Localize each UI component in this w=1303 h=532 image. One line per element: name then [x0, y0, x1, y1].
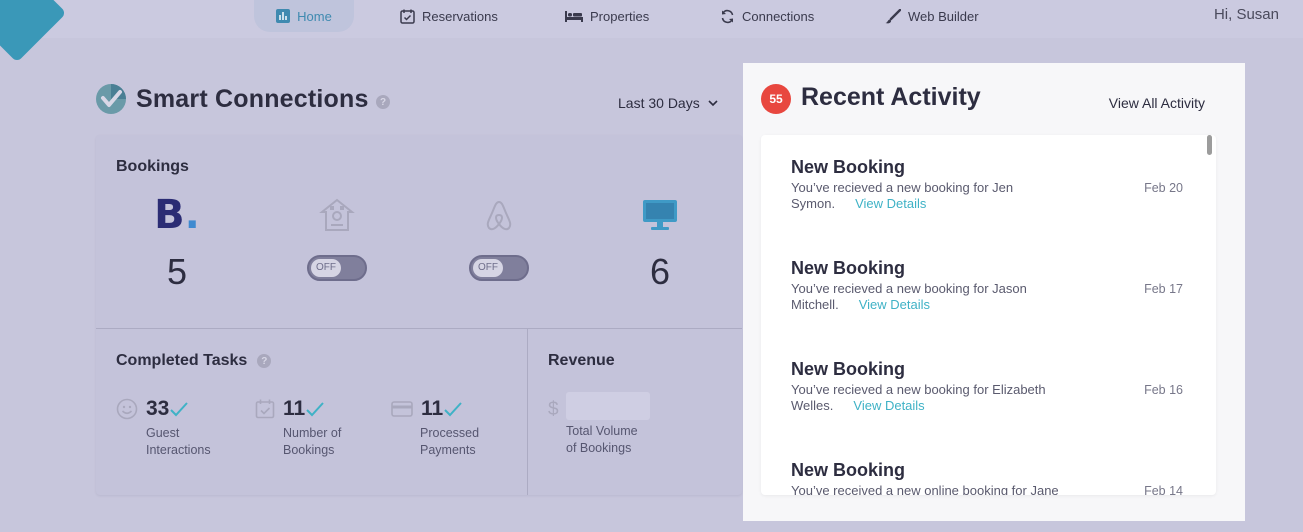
activity-title: New Booking: [791, 460, 906, 480]
nav-reservations[interactable]: Reservations: [400, 0, 498, 32]
revenue-sublabel-2: of Bookings: [566, 441, 632, 455]
nav-web-builder-label: Web Builder: [908, 8, 979, 24]
credit-card-icon: [391, 401, 413, 417]
section-divider-vertical: [527, 328, 528, 495]
brush-icon: [885, 8, 901, 24]
activity-item: New Booking You’ve recieved a new bookin…: [791, 258, 1191, 313]
activity-title: New Booking: [791, 258, 906, 278]
booking-com-logo-dot: .: [184, 192, 200, 238]
date-range-value: Last 30 Days: [618, 95, 700, 111]
revenue-value-hidden: [566, 392, 650, 420]
number-of-bookings-label-1: Number of: [283, 426, 342, 440]
processed-payments-count: 11: [421, 397, 444, 420]
airbnb-icon: [459, 195, 539, 235]
smart-connections-logo-icon: [96, 84, 126, 114]
calendar-check-icon: [400, 9, 415, 24]
brand-logo-icon[interactable]: [0, 0, 67, 63]
nav-reservations-label: Reservations: [422, 8, 498, 24]
smart-connections-card: Bookings B. 5 OFF OFF 6 Completed Tasks …: [96, 135, 742, 495]
view-details-link[interactable]: View Details: [853, 398, 924, 413]
activity-date: Feb 17: [1144, 282, 1183, 296]
checkmark-icon: [444, 402, 462, 417]
airbnb-toggle[interactable]: OFF: [469, 255, 529, 281]
activity-title: New Booking: [791, 359, 906, 379]
revenue-sublabel-1: Total Volume: [566, 424, 638, 438]
activity-item: New Booking You’ve received a new online…: [791, 460, 1191, 495]
section-divider: [96, 328, 742, 329]
chevron-down-icon: [708, 99, 718, 106]
calendar-check-icon: [255, 399, 275, 419]
revenue-currency: $: [548, 399, 559, 420]
airbnb-toggle-label: OFF: [473, 259, 503, 277]
processed-payments-label-1: Processed: [420, 426, 480, 440]
nav-connections-label: Connections: [742, 8, 815, 24]
activity-date: Feb 16: [1144, 383, 1183, 397]
page-title: Smart Connections: [136, 85, 369, 113]
top-nav: Home Reservations Properties Connections…: [0, 0, 1303, 63]
number-of-bookings-label-2: Bookings: [283, 443, 335, 457]
nav-home[interactable]: Home: [254, 0, 354, 32]
monitor-icon: [620, 195, 700, 235]
homeaway-toggle-label: OFF: [311, 259, 341, 277]
bookings-label: Bookings: [116, 158, 189, 175]
bed-icon: [565, 9, 583, 23]
nav-web-builder[interactable]: Web Builder: [885, 0, 979, 32]
feed-scrollbar[interactable]: [1207, 135, 1212, 155]
channel-homeaway: OFF: [297, 195, 377, 281]
activity-feed[interactable]: New Booking You’ve recieved a new bookin…: [761, 135, 1216, 495]
bar-chart-icon: [276, 9, 291, 23]
view-all-activity-link[interactable]: View All Activity: [1109, 95, 1205, 111]
booking-com-logo-letter: B: [154, 192, 185, 238]
birdhouse-icon: [297, 195, 377, 235]
task-guest-interactions: 33 Guest Interactions: [116, 397, 211, 459]
user-greeting[interactable]: Hi, Susan: [1214, 6, 1279, 23]
nav-connections[interactable]: Connections: [720, 0, 814, 32]
date-range-dropdown[interactable]: Last 30 Days: [618, 95, 718, 111]
completed-tasks-label: Completed Tasks ?: [116, 352, 272, 370]
sync-icon: [720, 9, 735, 24]
activity-item: New Booking You’ve recieved a new bookin…: [791, 157, 1191, 212]
activity-date: Feb 20: [1144, 181, 1183, 195]
activity-desc: You’ve received a new online booking for…: [791, 483, 1059, 495]
guest-interactions-count: 33: [146, 397, 170, 420]
website-count: 6: [649, 251, 671, 292]
task-number-of-bookings: 11 Number of Bookings: [255, 397, 341, 459]
revenue-label: Revenue: [548, 352, 615, 369]
recent-activity-panel: 55 Recent Activity View All Activity New…: [743, 63, 1245, 521]
checkmark-icon: [170, 402, 189, 417]
revenue-sublabel: Total Volume of Bookings: [566, 423, 638, 457]
help-icon[interactable]: ?: [376, 95, 390, 109]
booking-com-logo-icon: B.: [137, 195, 217, 235]
channel-booking-com[interactable]: B. 5: [137, 195, 217, 293]
view-details-link[interactable]: View Details: [859, 297, 930, 312]
activity-title: New Booking: [791, 157, 906, 177]
processed-payments-label-2: Payments: [420, 443, 476, 457]
nav-properties[interactable]: Properties: [565, 0, 649, 32]
recent-activity-title: Recent Activity: [801, 83, 981, 111]
channel-website[interactable]: 6: [620, 195, 700, 293]
number-of-bookings-count: 11: [283, 397, 306, 420]
smiley-icon: [116, 398, 138, 420]
completed-tasks-title: Completed Tasks: [116, 352, 248, 369]
booking-com-count: 5: [166, 251, 188, 292]
nav-home-label: Home: [297, 8, 332, 24]
nav-properties-label: Properties: [590, 8, 650, 24]
task-processed-payments: 11 Processed Payments: [391, 397, 479, 459]
activity-count-badge: 55: [761, 84, 791, 114]
activity-item: New Booking You’ve recieved a new bookin…: [791, 359, 1191, 414]
checkmark-icon: [306, 402, 324, 417]
help-icon[interactable]: ?: [257, 354, 272, 368]
channel-airbnb: OFF: [459, 195, 539, 281]
view-details-link[interactable]: View Details: [855, 196, 926, 211]
homeaway-toggle[interactable]: OFF: [307, 255, 367, 281]
activity-date: Feb 14: [1144, 484, 1183, 495]
guest-interactions-label-2: Interactions: [146, 443, 211, 457]
guest-interactions-label-1: Guest: [146, 426, 180, 440]
